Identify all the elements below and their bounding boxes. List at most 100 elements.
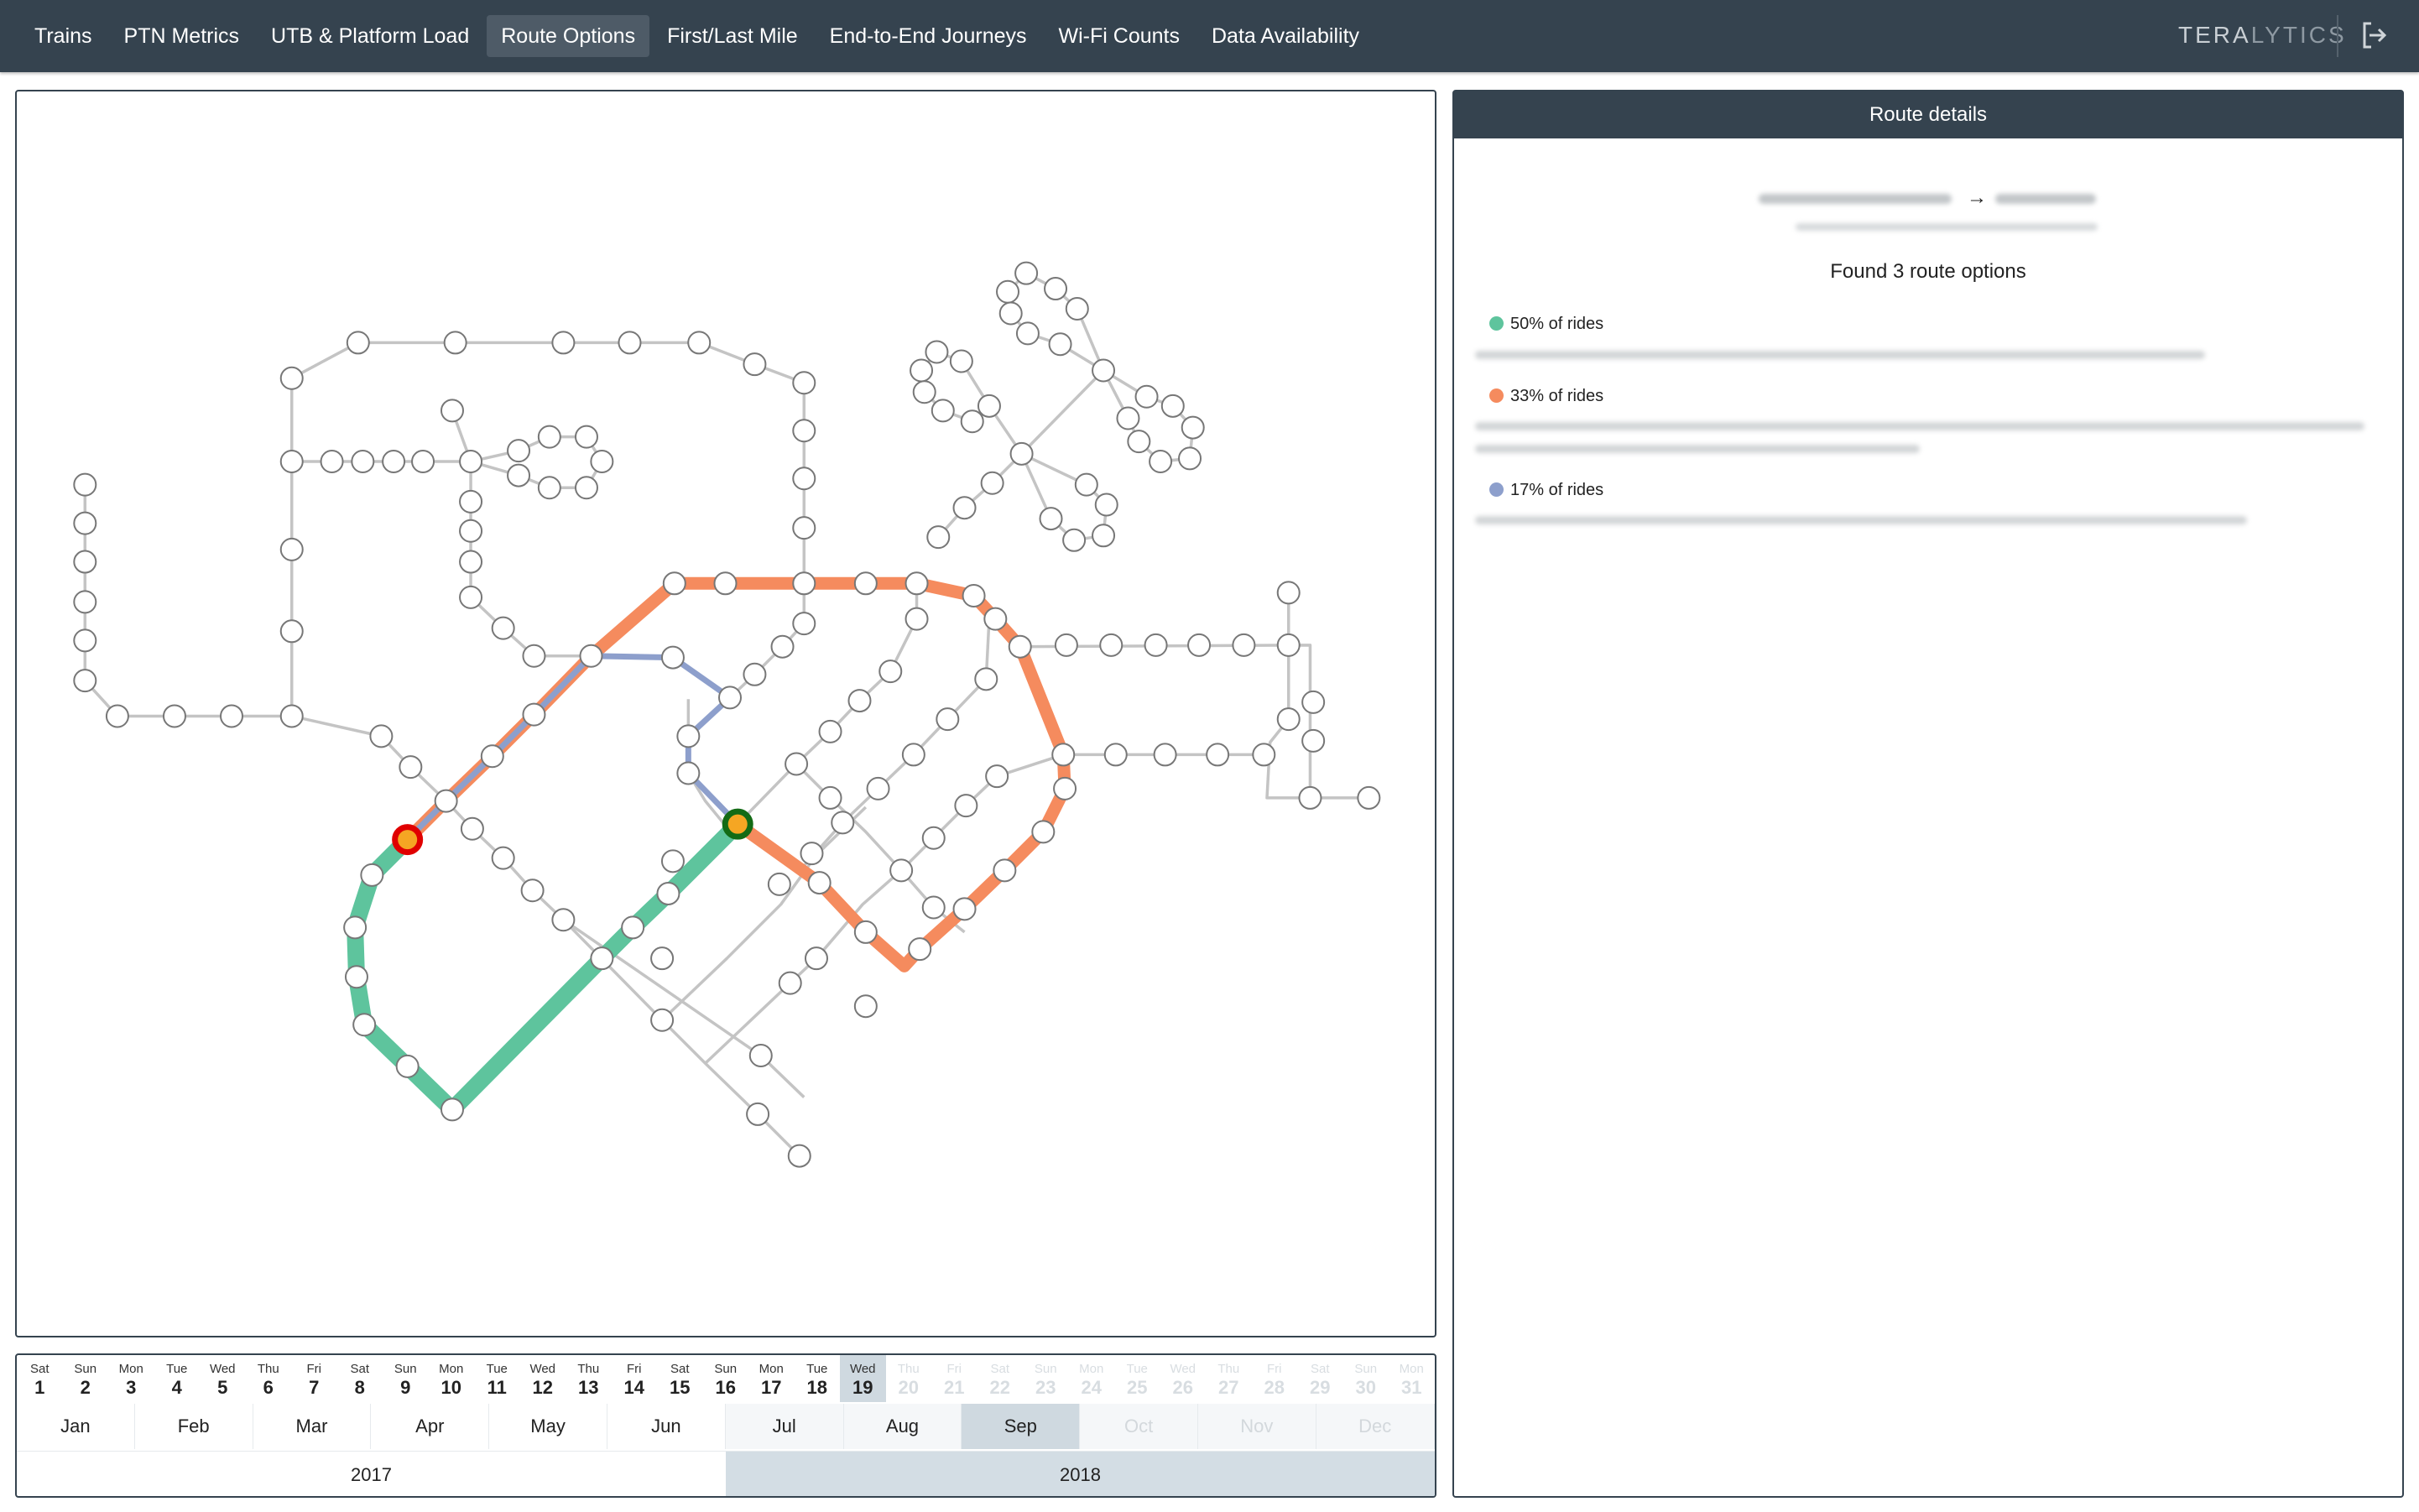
day-5[interactable]: Wed 5: [200, 1355, 246, 1402]
station-node[interactable]: [1015, 321, 1040, 346]
station-node[interactable]: [656, 881, 680, 905]
day-24[interactable]: Mon 24: [1069, 1355, 1115, 1402]
day-11[interactable]: Tue 11: [474, 1355, 520, 1402]
station-node[interactable]: [459, 489, 483, 514]
day-13[interactable]: Thu 13: [566, 1355, 612, 1402]
station-node[interactable]: [1298, 785, 1322, 810]
station-node[interactable]: [1134, 384, 1159, 409]
station-node[interactable]: [1276, 707, 1301, 732]
day-2[interactable]: Sun 2: [63, 1355, 109, 1402]
station-node[interactable]: [687, 331, 712, 355]
station-node[interactable]: [551, 331, 576, 355]
station-node[interactable]: [1062, 528, 1087, 552]
day-23[interactable]: Sun 23: [1023, 1355, 1069, 1402]
station-node[interactable]: [993, 858, 1017, 883]
station-node[interactable]: [105, 704, 129, 728]
station-node[interactable]: [996, 279, 1020, 304]
year-2018[interactable]: 2018: [726, 1452, 1435, 1496]
month-jan[interactable]: Jan: [17, 1404, 135, 1449]
station-node[interactable]: [936, 707, 960, 732]
station-node[interactable]: [949, 349, 973, 373]
day-28[interactable]: Fri 28: [1252, 1355, 1298, 1402]
day-16[interactable]: Sun 16: [703, 1355, 749, 1402]
day-15[interactable]: Sat 15: [657, 1355, 703, 1402]
station-node[interactable]: [650, 1008, 675, 1032]
station-node[interactable]: [901, 743, 925, 767]
station-node[interactable]: [443, 331, 467, 355]
station-node[interactable]: [73, 511, 97, 535]
station-node[interactable]: [889, 858, 914, 883]
red-station-marker[interactable]: [392, 824, 424, 856]
station-node[interactable]: [537, 476, 561, 500]
station-node[interactable]: [579, 644, 603, 668]
tab-route-options[interactable]: Route Options: [487, 15, 650, 57]
station-node[interactable]: [748, 1044, 773, 1068]
day-1[interactable]: Sat 1: [17, 1355, 63, 1402]
station-node[interactable]: [853, 571, 878, 596]
station-node[interactable]: [905, 571, 929, 596]
station-node[interactable]: [921, 826, 946, 850]
station-node[interactable]: [785, 752, 809, 776]
month-dec[interactable]: Dec: [1316, 1404, 1435, 1449]
day-6[interactable]: Thu 6: [246, 1355, 292, 1402]
station-node[interactable]: [1181, 415, 1205, 440]
station-node[interactable]: [931, 399, 955, 423]
route-option-3[interactable]: 17% of rides: [1489, 481, 1603, 500]
day-14[interactable]: Fri 14: [612, 1355, 658, 1402]
station-node[interactable]: [537, 425, 561, 449]
station-node[interactable]: [1206, 743, 1230, 767]
station-node[interactable]: [908, 937, 932, 962]
day-4[interactable]: Tue 4: [154, 1355, 201, 1402]
tab-utb-platform-load[interactable]: UTB & Platform Load: [257, 15, 483, 57]
station-node[interactable]: [1103, 743, 1128, 767]
tab-first-last-mile[interactable]: First/Last Mile: [653, 15, 812, 57]
station-node[interactable]: [279, 619, 304, 644]
month-oct[interactable]: Oct: [1080, 1404, 1198, 1449]
tab-data-availability[interactable]: Data Availability: [1197, 15, 1374, 57]
station-node[interactable]: [520, 879, 545, 903]
day-31[interactable]: Mon 31: [1389, 1355, 1435, 1402]
station-node[interactable]: [767, 872, 791, 896]
station-node[interactable]: [800, 842, 824, 866]
station-node[interactable]: [1074, 472, 1098, 497]
station-node[interactable]: [320, 450, 344, 474]
station-node[interactable]: [853, 994, 878, 1019]
station-node[interactable]: [369, 724, 394, 748]
station-node[interactable]: [676, 761, 701, 785]
station-node[interactable]: [434, 789, 458, 813]
station-node[interactable]: [621, 915, 645, 940]
station-node[interactable]: [220, 704, 244, 728]
station-node[interactable]: [985, 764, 1009, 789]
station-node[interactable]: [590, 946, 614, 971]
day-17[interactable]: Mon 17: [748, 1355, 795, 1402]
day-3[interactable]: Mon 3: [108, 1355, 154, 1402]
station-node[interactable]: [574, 476, 598, 500]
station-node[interactable]: [974, 667, 998, 691]
day-9[interactable]: Sun 9: [383, 1355, 429, 1402]
day-21[interactable]: Fri 21: [931, 1355, 978, 1402]
station-node[interactable]: [1008, 634, 1032, 659]
station-node[interactable]: [440, 399, 464, 423]
day-19[interactable]: Wed 19: [840, 1355, 886, 1402]
station-node[interactable]: [618, 331, 642, 355]
station-node[interactable]: [1232, 633, 1256, 657]
station-node[interactable]: [905, 607, 929, 631]
station-node[interactable]: [1048, 332, 1072, 357]
route-option-2[interactable]: 33% of rides: [1489, 387, 1603, 406]
station-node[interactable]: [1065, 296, 1089, 321]
station-node[interactable]: [660, 645, 685, 670]
station-node[interactable]: [792, 516, 816, 540]
station-node[interactable]: [1276, 633, 1301, 657]
station-node[interactable]: [1301, 690, 1326, 714]
station-node[interactable]: [382, 450, 406, 474]
station-node[interactable]: [399, 755, 423, 779]
station-node[interactable]: [351, 450, 375, 474]
station-node[interactable]: [73, 590, 97, 614]
year-2017[interactable]: 2017: [17, 1452, 726, 1496]
station-node[interactable]: [1044, 277, 1068, 301]
station-node[interactable]: [792, 419, 816, 443]
station-node[interactable]: [983, 607, 1008, 631]
station-node[interactable]: [480, 744, 504, 769]
station-node[interactable]: [770, 634, 795, 659]
station-node[interactable]: [1053, 776, 1077, 800]
